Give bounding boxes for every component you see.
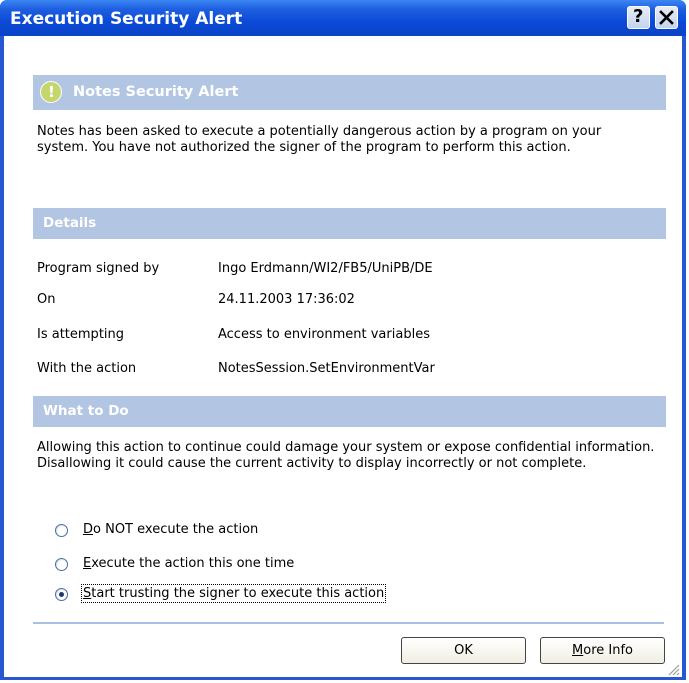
detail-value-action: NotesSession.SetEnvironmentVar [218,361,435,376]
detail-label-on: On [37,292,56,307]
close-button[interactable] [655,6,678,29]
option-label: Execute the action this one time [83,556,295,571]
radio-button-selected[interactable] [55,588,68,601]
details-section-header: Details [33,208,666,239]
radio-button[interactable] [55,524,68,537]
resize-grip-icon[interactable] [666,662,680,676]
detail-value-signed-by: Ingo Erdmann/WI2/FB5/UniPB/DE [218,261,433,276]
detail-label-signed-by: Program signed by [37,261,160,276]
more-info-button[interactable]: More Info [540,637,665,664]
what-to-do-message: Allowing this action to continue could d… [37,440,655,471]
alert-section-header: ! Notes Security Alert [33,75,666,110]
option-label: Do NOT execute the action [83,522,259,537]
detail-value-attempting: Access to environment variables [218,327,430,342]
detail-label-action: With the action [37,361,137,376]
footer-separator [33,622,664,624]
alert-exclamation-icon: ! [40,81,62,103]
close-icon [659,10,674,25]
alert-message: Notes has been asked to execute a potent… [37,124,602,155]
what-to-do-section-header: What to Do [33,396,666,427]
dialog-window: Execution Security Alert ? ! Notes Secur… [0,0,686,680]
title-bar[interactable]: Execution Security Alert ? [0,0,686,36]
radio-button[interactable] [55,558,68,571]
help-icon: ? [633,6,644,27]
detail-label-attempting: Is attempting [37,327,125,342]
window-title: Execution Security Alert [10,9,243,29]
ok-button[interactable]: OK [401,637,526,664]
option-label: Start trusting the signer to execute thi… [80,584,387,603]
detail-value-on: 24.11.2003 17:36:02 [218,292,355,307]
radio-selected-dot [59,592,64,597]
help-button[interactable]: ? [627,6,650,29]
alert-header-title: Notes Security Alert [73,84,239,100]
